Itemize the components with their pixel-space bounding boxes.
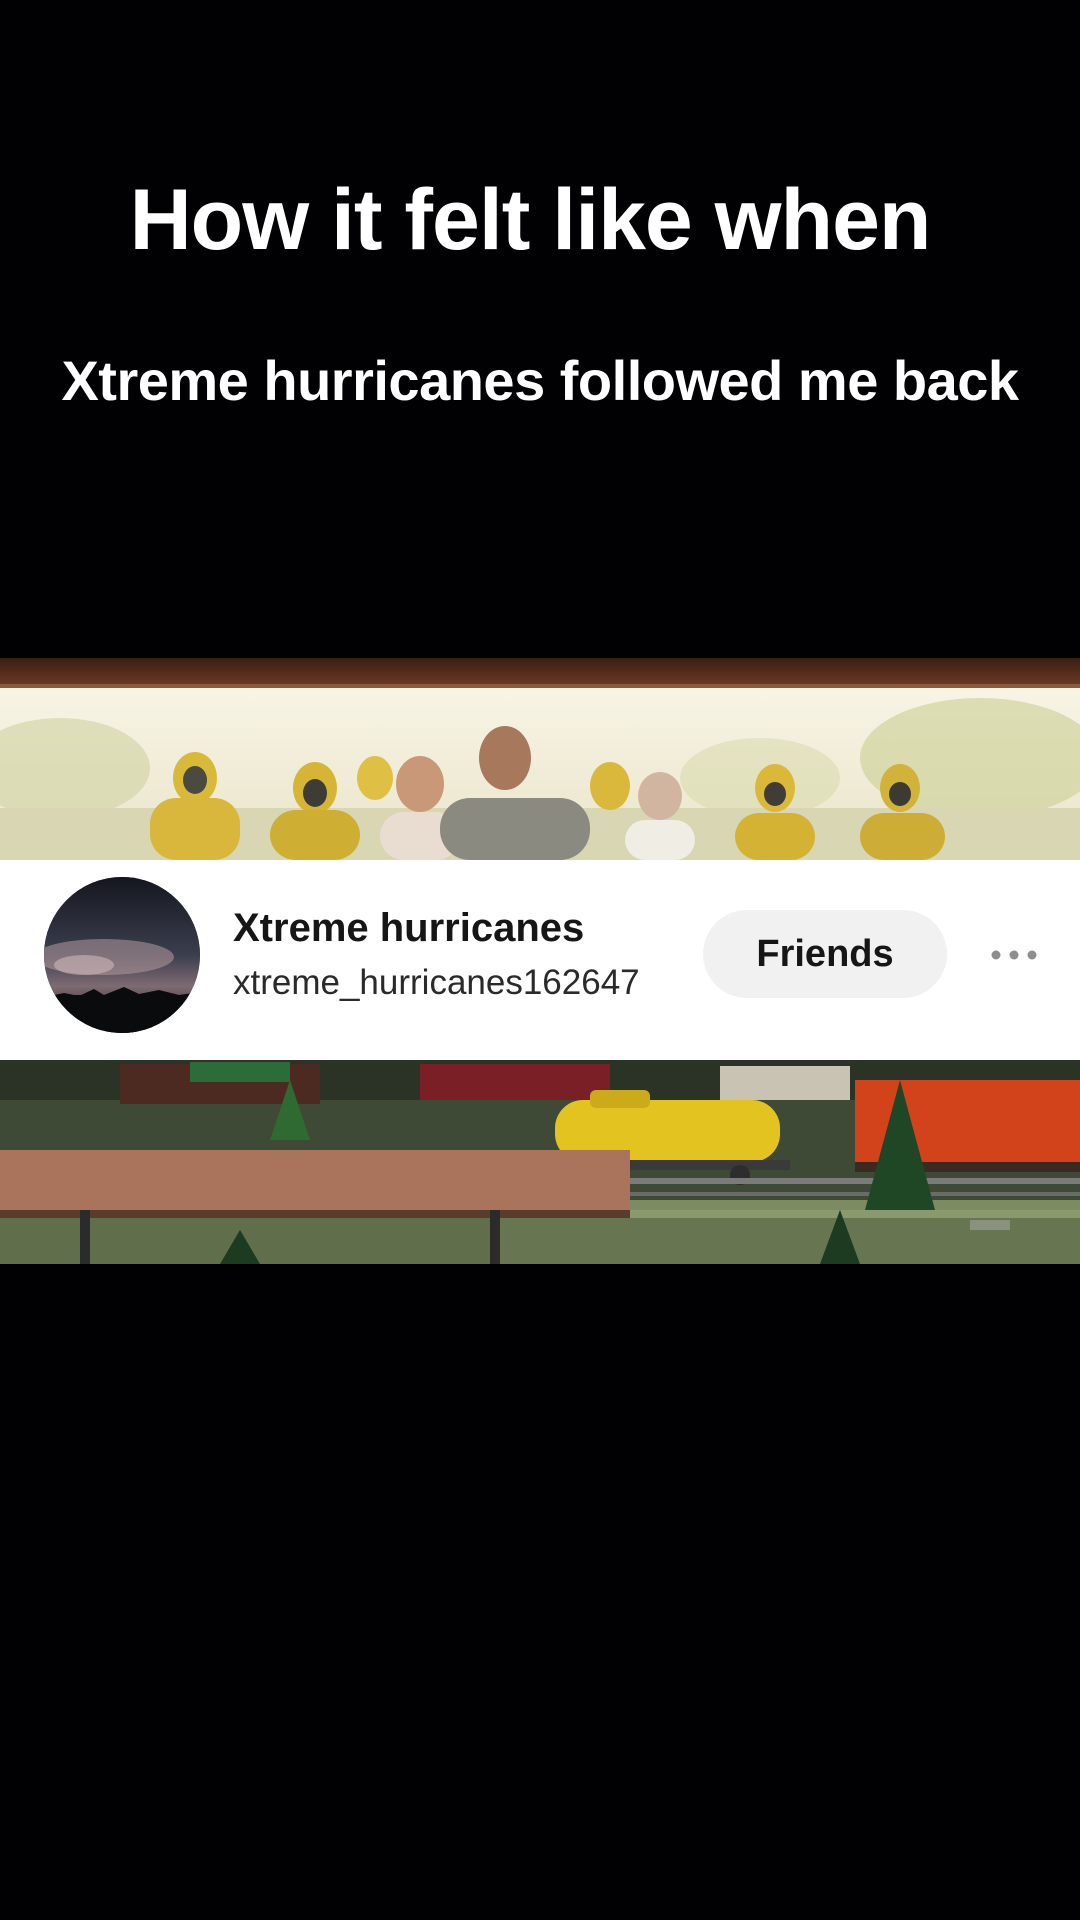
caption-subtitle: Xtreme hurricanes followed me back	[61, 349, 1019, 412]
storm-cloud-avatar	[44, 877, 200, 1033]
model-train-scene-image	[0, 1060, 1080, 1264]
video-screen[interactable]: How it felt like when Xtreme hurricanes …	[0, 0, 1080, 1920]
more-options-button[interactable]	[982, 930, 1046, 980]
username[interactable]: xtreme_hurricanes162647	[233, 962, 640, 1004]
video-frame-top	[0, 658, 1080, 860]
more-horizontal-icon	[991, 950, 1037, 960]
display-name[interactable]: Xtreme hurricanes	[233, 904, 584, 952]
crowd-scene-image	[0, 658, 1080, 860]
friends-button[interactable]: Friends	[703, 910, 947, 998]
avatar[interactable]	[44, 877, 200, 1033]
profile-card[interactable]: Xtreme hurricanes xtreme_hurricanes16264…	[0, 860, 1080, 1060]
caption-title: How it felt like when	[129, 172, 932, 268]
video-frame-bottom	[0, 1060, 1080, 1264]
